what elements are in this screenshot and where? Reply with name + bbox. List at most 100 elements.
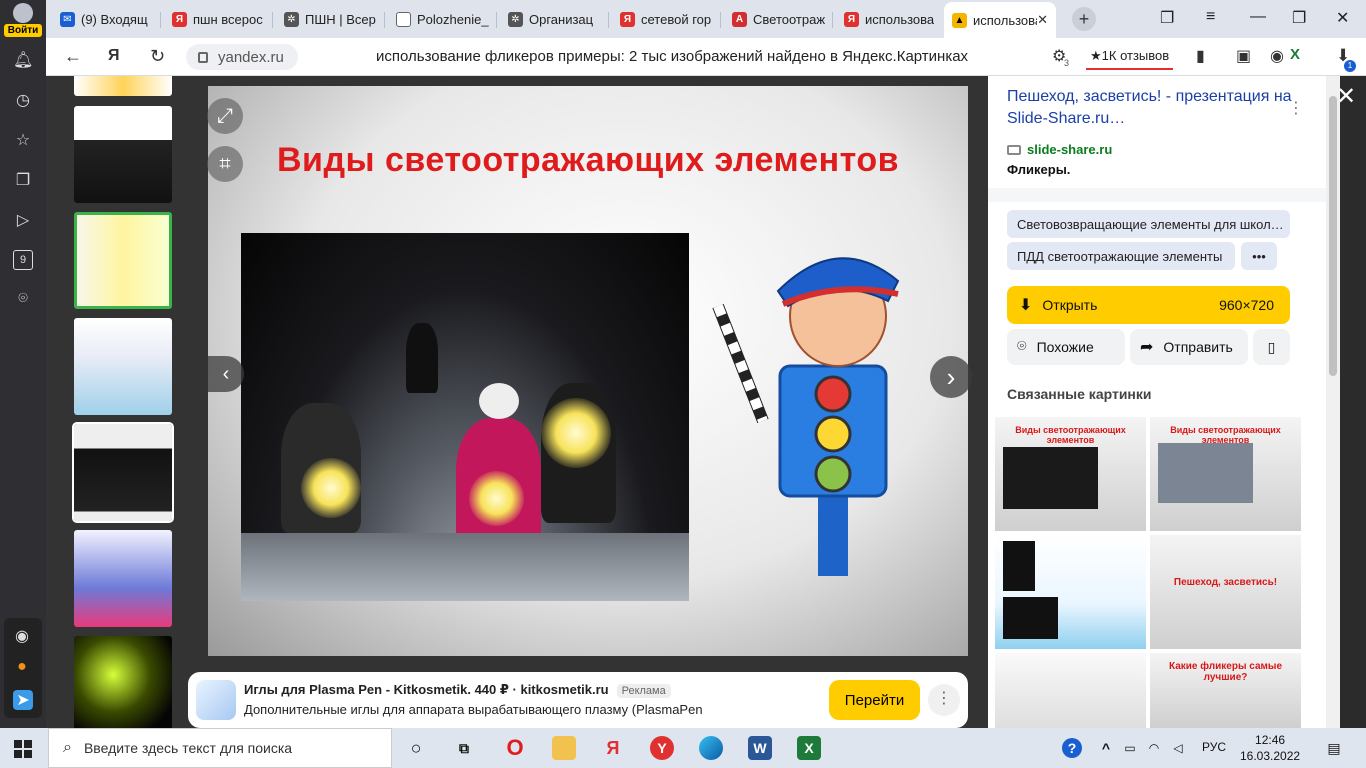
night-photo: [241, 233, 689, 601]
ad-tag: Реклама: [616, 684, 671, 698]
cortana-icon[interactable]: ○: [404, 736, 428, 760]
prev-image-button[interactable]: ‹: [208, 356, 244, 392]
thumbnail-active[interactable]: [72, 422, 174, 523]
similar-button[interactable]: ⌾ Похожие: [1007, 329, 1125, 365]
wifi-icon[interactable]: ◠: [1142, 736, 1166, 760]
app-orange-icon[interactable]: ●: [12, 658, 32, 678]
thumbnail[interactable]: [74, 106, 172, 203]
bookmarks-star-icon[interactable]: ☆: [13, 130, 33, 150]
tab-manager-icon[interactable]: ❐: [1160, 8, 1174, 28]
related-image[interactable]: Какие фликеры самые лучшие?: [1150, 653, 1301, 728]
tab-yandex-search[interactable]: Япшн всерос: [164, 4, 272, 34]
task-view-icon[interactable]: ⧉: [452, 736, 476, 760]
thumbnail[interactable]: [74, 318, 172, 415]
crop-icon[interactable]: ⌗: [207, 146, 243, 182]
thumbnail[interactable]: [74, 212, 172, 309]
thumbnail[interactable]: [74, 76, 172, 96]
related-image[interactable]: [995, 653, 1146, 728]
related-image[interactable]: Виды светоотражающих элементов: [1150, 417, 1301, 531]
yandex-logo-icon[interactable]: Я: [108, 47, 120, 65]
history-icon[interactable]: ◷: [13, 90, 33, 110]
panel-scrollbar[interactable]: [1326, 76, 1340, 728]
tab-bar: ✉ (9) Входящ Япшн всерос ✲ ПШН | Всер Polo…: [0, 0, 1366, 38]
app-icon[interactable]: ◉: [12, 626, 32, 646]
bookmark-button[interactable]: ▯: [1253, 329, 1290, 365]
tab-pdf[interactable]: A Светоотраж: [724, 4, 832, 34]
screenshot-icon[interactable]: ⌾: [13, 290, 33, 310]
address-bar: ← Я ↻ yandex.ru использование фликеров п…: [46, 38, 1366, 76]
ad-more-icon[interactable]: ⋮: [928, 684, 960, 716]
ad-go-button[interactable]: Перейти: [829, 680, 920, 720]
bookmark-icon[interactable]: ▮: [1196, 46, 1205, 66]
more-tags-button[interactable]: •••: [1241, 242, 1277, 270]
excel-icon[interactable]: X: [797, 736, 821, 760]
tab-polozhenie[interactable]: Polozhenie_: [388, 4, 496, 34]
image-size: 960×720: [1219, 297, 1274, 313]
collections-icon[interactable]: ❐: [13, 170, 33, 190]
new-tab-button[interactable]: +: [1072, 7, 1096, 31]
source-title-link[interactable]: Пешеход, засветись! - презентация на Sli…: [1007, 86, 1297, 130]
related-image[interactable]: Виды светоотражающих элементов: [995, 417, 1146, 531]
opera-icon[interactable]: O: [503, 735, 527, 760]
url-field[interactable]: yandex.ru: [186, 44, 298, 70]
close-tab-icon[interactable]: ✕: [1037, 12, 1048, 28]
panel-more-icon[interactable]: ⋮: [1288, 98, 1304, 118]
related-image[interactable]: Пешеход, засветись!: [1150, 535, 1301, 649]
next-image-button[interactable]: ›: [930, 356, 972, 398]
open-button[interactable]: ⬇ Открыть 960×720: [1007, 286, 1290, 324]
tab-images-active[interactable]: ▲ использова ✕: [944, 2, 1056, 38]
notifications-icon[interactable]: 🔔︎: [13, 50, 33, 70]
source-subtitle: Фликеры.: [1007, 162, 1071, 177]
counter-icon[interactable]: 9: [13, 250, 33, 270]
notification-center-icon[interactable]: ▤: [1322, 736, 1346, 760]
taskbar-search-input[interactable]: ⌕ Введите здесь текст для поиска: [48, 728, 392, 768]
thumbnail-strip: [60, 76, 186, 728]
word-icon[interactable]: W: [748, 736, 772, 760]
tab-organization[interactable]: ✲ Организац: [500, 4, 608, 34]
back-icon[interactable]: ←: [64, 46, 82, 67]
reload-icon[interactable]: ↻: [150, 46, 165, 67]
tag-chip[interactable]: ПДД светоотражающие элементы: [1007, 242, 1235, 270]
scrollbar-thumb[interactable]: [1329, 96, 1337, 376]
tab-network[interactable]: Ясетевой гор: [612, 4, 720, 34]
alice-icon[interactable]: ◉: [1270, 46, 1284, 66]
start-windows-icon[interactable]: [14, 740, 32, 758]
main-image: Виды светоотражающих элементов ‹ ›: [208, 86, 972, 656]
help-icon[interactable]: ?: [1062, 738, 1082, 758]
reviews-button[interactable]: ★1К отзывов: [1086, 44, 1174, 70]
yandex-app-icon[interactable]: Y: [650, 736, 674, 760]
video-icon[interactable]: ▷: [13, 210, 33, 230]
excel-extension-icon[interactable]: X: [1290, 46, 1300, 63]
system-clock[interactable]: 12:46 16.03.2022: [1240, 732, 1300, 764]
tray-arrow-icon[interactable]: ^: [1094, 736, 1118, 760]
ad-title[interactable]: Иглы для Plasma Pen - Kitkosmetik. 440 ₽…: [244, 682, 609, 697]
source-site-link[interactable]: slide-share.ru: [1007, 142, 1112, 157]
explorer-icon[interactable]: [552, 736, 576, 760]
restore-icon[interactable]: ❐: [1292, 8, 1306, 28]
close-viewer-icon[interactable]: ✕: [1336, 82, 1356, 111]
tag-chip[interactable]: Световозвращающие элементы для школ…: [1007, 210, 1290, 238]
language-indicator[interactable]: РУС: [1202, 740, 1226, 754]
expand-icon[interactable]: ⤢: [207, 98, 243, 134]
reader-icon[interactable]: ▣: [1236, 46, 1251, 66]
yandex-icon: Я: [172, 11, 187, 27]
tab-pshn[interactable]: ✲ ПШН | Всер: [276, 4, 384, 34]
tab-mail[interactable]: ✉ (9) Входящ: [52, 4, 160, 34]
related-image[interactable]: [995, 535, 1146, 649]
thumbnail[interactable]: [74, 530, 172, 627]
minimize-icon[interactable]: —: [1250, 8, 1266, 26]
gear-icon: ✲: [284, 11, 299, 27]
mail-icon: ✉: [60, 11, 75, 27]
user-login[interactable]: Войти: [0, 0, 46, 40]
edge-icon[interactable]: [699, 736, 723, 760]
yandex-browser-icon[interactable]: Я: [601, 736, 625, 760]
network-icon[interactable]: ▭: [1118, 736, 1142, 760]
close-window-icon[interactable]: ✕: [1336, 8, 1349, 28]
send-icon[interactable]: ➤: [13, 690, 33, 710]
volume-icon[interactable]: ◁: [1166, 736, 1190, 760]
tab-usage[interactable]: Яиспользова: [836, 4, 944, 34]
share-button[interactable]: ➦ Отправить: [1130, 329, 1248, 365]
ad-banner[interactable]: Иглы для Plasma Pen - Kitkosmetik. 440 ₽…: [188, 672, 968, 728]
thumbnail[interactable]: [74, 636, 172, 728]
menu-icon[interactable]: ≡: [1206, 8, 1215, 26]
